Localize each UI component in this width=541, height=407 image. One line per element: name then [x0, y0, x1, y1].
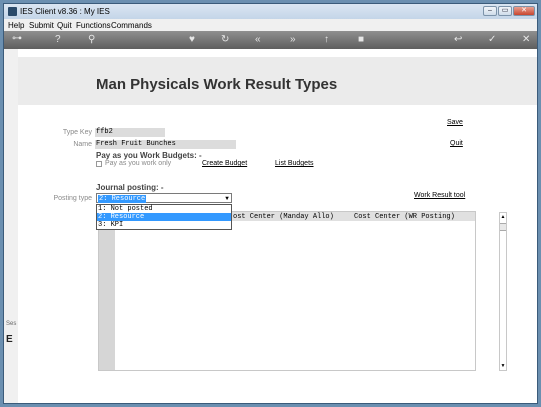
side-panel: Ses E — [4, 49, 18, 403]
forward-icon[interactable]: » — [290, 34, 296, 46]
heart-icon[interactable]: ♥ — [189, 34, 195, 46]
rewind-icon[interactable]: « — [255, 34, 261, 46]
content-area: Man Physicals Work Result Types Save Typ… — [18, 49, 537, 403]
minimize-button[interactable]: – — [483, 6, 497, 16]
column-header-cost-center-wr[interactable]: Cost Center (WR Posting) — [354, 213, 455, 221]
list-budgets-link[interactable]: List Budgets — [275, 160, 314, 167]
upload-icon[interactable]: ↑ — [324, 34, 329, 46]
option-not-posted[interactable]: 1: Not posted — [97, 205, 231, 213]
type-key-field[interactable]: ffb2 — [95, 128, 165, 137]
close-button[interactable]: ✕ — [513, 6, 535, 16]
menu-submit[interactable]: Submit — [29, 21, 54, 30]
menu-bar: Help Submit Quit Functions Commands — [4, 19, 537, 31]
data-grid: ost Center (Manday Allo) Cost Center (WR… — [98, 211, 476, 371]
refresh-icon[interactable]: ↻ — [221, 34, 229, 46]
posting-type-dropdown: 1: Not posted 2: Resource 3: KPI — [96, 204, 232, 230]
create-budget-link[interactable]: Create Budget — [202, 160, 247, 167]
close-icon[interactable]: ✕ — [522, 34, 530, 46]
option-kpi[interactable]: 3: KPI — [97, 221, 231, 229]
type-key-label: Type Key — [62, 129, 92, 136]
work-result-tool-link[interactable]: Work Result tool — [414, 192, 465, 199]
quit-link[interactable]: Quit — [450, 140, 463, 147]
menu-quit[interactable]: Quit — [57, 21, 72, 30]
stop-icon[interactable]: ■ — [358, 34, 364, 46]
scroll-up-icon[interactable]: ▲ — [500, 213, 506, 221]
vertical-scrollbar[interactable]: ▲ ▼ — [499, 212, 507, 371]
page-title: Man Physicals Work Result Types — [96, 76, 338, 93]
pay-as-you-work-label: Pay as you work only — [105, 160, 172, 167]
maximize-button[interactable]: ▭ — [498, 6, 512, 16]
menu-functions[interactable]: Functions — [76, 21, 111, 30]
journal-heading: Journal posting: - — [96, 183, 164, 192]
save-link[interactable]: Save — [447, 119, 463, 126]
scroll-down-icon[interactable]: ▼ — [500, 362, 506, 370]
key-icon[interactable]: ⊶ — [12, 33, 22, 45]
posting-type-select[interactable]: 2: Resource ▼ — [96, 193, 232, 203]
title-bar: IES Client v8.36 : My IES – ▭ ✕ — [4, 4, 537, 19]
window-title: IES Client v8.36 : My IES — [20, 7, 110, 16]
row-header-column — [99, 212, 115, 370]
budgets-heading: Pay as you Work Budgets: - — [96, 151, 202, 160]
side-label: Ses — [6, 321, 17, 327]
menu-help[interactable]: Help — [8, 21, 24, 30]
app-icon — [8, 7, 17, 16]
menu-commands[interactable]: Commands — [111, 21, 152, 30]
option-resource[interactable]: 2: Resource — [97, 213, 231, 221]
toolbar: ⊶ ? ⚲ ♥ ↻ « » ↑ ■ ↩ ✓ ✕ — [4, 31, 537, 49]
posting-type-label: Posting type — [53, 195, 92, 202]
help-icon[interactable]: ? — [55, 34, 61, 46]
back-icon[interactable]: ↩ — [454, 34, 462, 46]
chevron-down-icon[interactable]: ▼ — [223, 194, 231, 203]
search-icon[interactable]: ⚲ — [88, 34, 95, 46]
side-icon: E — [6, 334, 13, 345]
scroll-thumb[interactable] — [500, 223, 506, 231]
name-label: Name — [73, 141, 92, 148]
app-window: IES Client v8.36 : My IES – ▭ ✕ Help Sub… — [3, 3, 538, 404]
pay-as-you-work-checkbox[interactable] — [96, 161, 102, 167]
check-icon[interactable]: ✓ — [488, 34, 496, 46]
posting-type-value: 2: Resource — [98, 195, 147, 203]
name-field[interactable]: Fresh Fruit Bunches — [95, 140, 236, 149]
column-header-cost-center-manday[interactable]: ost Center (Manday Allo) — [233, 213, 334, 221]
